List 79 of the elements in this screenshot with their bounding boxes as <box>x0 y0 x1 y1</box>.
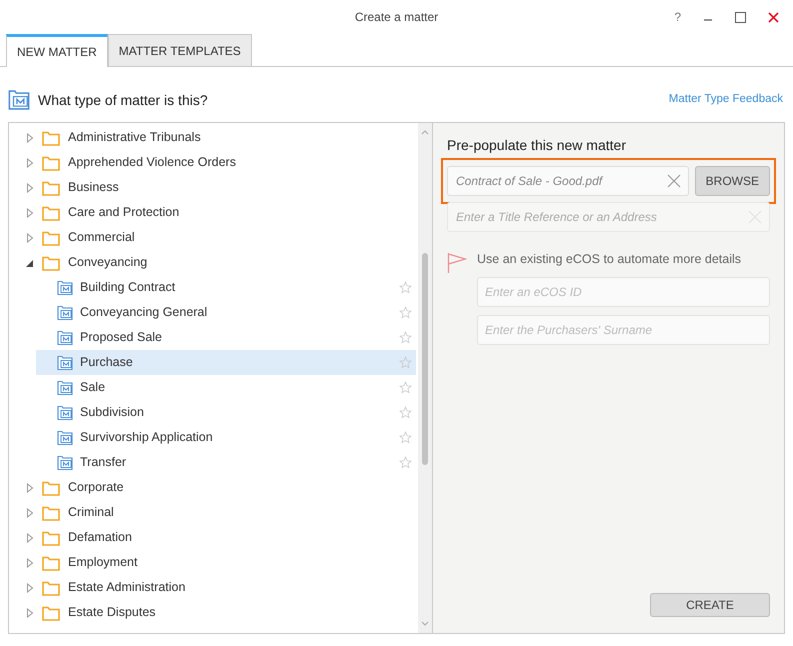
surname-field[interactable]: Enter the Purchasers' Surname <box>477 314 770 345</box>
expand-caret-icon[interactable] <box>26 508 34 518</box>
matter-type-icon <box>57 330 73 346</box>
expand-caret-icon[interactable] <box>26 482 34 492</box>
tree-item[interactable]: Purchase <box>36 350 416 375</box>
tree-item[interactable]: Conveyancing General <box>36 300 416 325</box>
clear-icon[interactable] <box>666 174 681 188</box>
scroll-down-icon[interactable] <box>421 621 429 627</box>
ecos-label: Use an existing eCOS to automate more details <box>477 251 742 268</box>
matter-type-icon <box>57 304 73 320</box>
ecos-id-field[interactable]: Enter an eCOS ID <box>477 276 770 307</box>
help-button[interactable]: ? <box>674 8 681 26</box>
close-icon[interactable] <box>768 12 779 22</box>
maximize-icon[interactable] <box>735 12 746 22</box>
tree-category-row[interactable]: Care and Protection <box>26 200 416 225</box>
expand-caret-icon[interactable] <box>26 208 34 218</box>
matter-type-icon <box>57 380 73 396</box>
tree-category-row[interactable]: Estate Administration <box>26 575 416 600</box>
matter-type-icon <box>57 280 73 296</box>
star-icon[interactable] <box>399 381 412 394</box>
tree-category-row[interactable]: Commercial <box>26 225 416 250</box>
folder-icon <box>42 230 60 246</box>
tree-category-row[interactable]: Conveyancing <box>26 250 416 275</box>
tree-category-row[interactable]: Defamation <box>26 525 416 550</box>
matter-type-icon <box>57 454 73 470</box>
window-title: Create a matter <box>354 9 438 26</box>
folder-icon <box>42 580 60 596</box>
star-icon[interactable] <box>399 456 412 469</box>
prepopulate-title: Pre-populate this new matter <box>447 136 627 155</box>
folder-icon <box>42 154 60 170</box>
folder-icon <box>42 554 60 570</box>
star-icon[interactable] <box>399 431 412 444</box>
folder-icon <box>42 504 60 520</box>
tree-item[interactable]: Subdivision <box>36 400 416 425</box>
star-icon[interactable] <box>399 281 412 294</box>
folder-icon <box>42 204 60 220</box>
star-icon[interactable] <box>399 331 412 344</box>
star-icon[interactable] <box>399 406 412 419</box>
tree-item[interactable]: Survivorship Application <box>36 425 416 450</box>
folder-icon <box>42 180 60 196</box>
tab[interactable]: NEW MATTER <box>6 34 108 67</box>
expand-caret-icon[interactable] <box>26 182 34 192</box>
matter-type-icon <box>57 404 73 420</box>
star-icon[interactable] <box>399 306 412 319</box>
matter-type-icon <box>8 89 30 111</box>
browse-button[interactable]: BROWSE <box>694 166 770 196</box>
tree-item[interactable]: Proposed Sale <box>36 325 416 350</box>
tree-category-row[interactable]: Corporate <box>26 475 416 500</box>
expand-caret-icon[interactable] <box>26 158 34 168</box>
collapse-caret-icon[interactable] <box>26 258 34 268</box>
tree-category-row[interactable]: Apprehended Violence Orders <box>26 150 416 175</box>
tree-category-row[interactable]: Criminal <box>26 500 416 525</box>
create-button[interactable]: CREATE <box>650 593 770 617</box>
expand-caret-icon[interactable] <box>26 608 34 618</box>
expand-caret-icon[interactable] <box>26 132 34 142</box>
scroll-up-icon[interactable] <box>421 129 429 135</box>
tree-item[interactable]: Transfer <box>36 450 416 475</box>
star-icon[interactable] <box>399 356 412 369</box>
expand-caret-icon[interactable] <box>26 558 34 568</box>
tab[interactable]: MATTER TEMPLATES <box>108 34 252 66</box>
folder-icon <box>42 254 60 270</box>
tree-category-row[interactable]: Business <box>26 175 416 200</box>
tree-category-row[interactable]: Estate Disputes <box>26 600 416 625</box>
folder-icon <box>42 530 60 546</box>
tree-item[interactable]: Building Contract <box>36 275 416 300</box>
folder-icon <box>42 604 60 620</box>
matter-type-icon <box>57 430 73 446</box>
flag-icon <box>447 252 467 274</box>
folder-icon <box>42 480 60 496</box>
tree-category-row[interactable]: Administrative Tribunals <box>26 125 416 150</box>
folder-icon <box>42 130 60 146</box>
matter-type-question: What type of matter is this? <box>38 90 208 110</box>
matter-type-icon <box>57 354 73 370</box>
expand-caret-icon[interactable] <box>26 582 34 592</box>
tree-item[interactable]: Sale <box>36 375 416 400</box>
tree-category-row[interactable]: Employment <box>26 550 416 575</box>
expand-caret-icon[interactable] <box>26 532 34 542</box>
expand-caret-icon[interactable] <box>26 232 34 242</box>
scrollbar[interactable] <box>418 123 432 633</box>
